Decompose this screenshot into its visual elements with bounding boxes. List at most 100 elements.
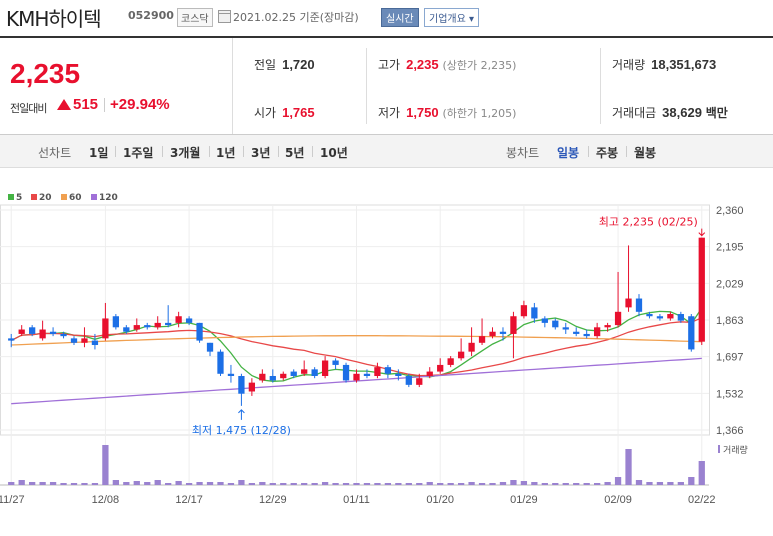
y-tick-label: 2,029 — [716, 278, 744, 290]
volume-bar — [175, 481, 182, 485]
candle-daily[interactable]: 일봉 — [557, 144, 579, 161]
volume-bar — [154, 480, 161, 485]
candle-body — [290, 371, 297, 376]
legend-swatch — [31, 194, 37, 200]
prev-close-value: 1,720 — [282, 57, 315, 72]
volume-bar — [520, 481, 528, 485]
volume-bar — [457, 483, 465, 485]
divider — [588, 146, 589, 157]
legend-label: 20 — [39, 193, 52, 203]
open-label: 시가 — [254, 106, 277, 120]
candle-body — [133, 325, 140, 330]
x-tick-label: 01/20 — [426, 494, 454, 506]
candle-body — [123, 327, 130, 332]
amount-label: 거래대금 — [612, 106, 657, 120]
calendar-icon — [218, 10, 231, 23]
candle-body — [60, 333, 67, 337]
x-tick-label: 01/29 — [510, 494, 538, 506]
volume-bar — [698, 461, 705, 485]
stock-header: KMH하이텍 052900 코스닥 2021.02.25 기준(장마감) 실시간… — [0, 0, 773, 34]
period-3m[interactable]: 3개월 — [170, 144, 200, 161]
period-1w[interactable]: 1주일 — [123, 144, 153, 161]
volume-bar — [384, 483, 392, 485]
volume-bar — [363, 483, 371, 485]
stock-code: 052900 — [128, 9, 174, 22]
volume-bar — [688, 477, 695, 485]
candle-body — [520, 305, 528, 317]
volume-bar — [342, 483, 350, 485]
period-5y[interactable]: 5년 — [285, 144, 304, 161]
volume-bar — [447, 483, 454, 485]
period-1d[interactable]: 1일 — [89, 144, 108, 161]
volume-bar — [238, 480, 245, 485]
lower-limit: (하한가 1,205) — [442, 107, 517, 120]
candle-body — [321, 360, 329, 376]
volume-bar — [112, 480, 119, 485]
volume-bar — [91, 483, 99, 485]
volume-bar — [437, 483, 444, 485]
low-value: 1,750 — [406, 105, 439, 120]
candle-body — [698, 237, 705, 342]
candle-weekly[interactable]: 주봉 — [596, 144, 618, 161]
volume-bar — [541, 483, 548, 485]
candle-body — [426, 371, 433, 376]
volume-bar — [614, 477, 622, 485]
candle-body — [395, 373, 402, 376]
candle-chart-title: 봉차트 — [506, 146, 540, 160]
quote-panel: 2,235 전일대비 515 +29.94% 전일 1,720 시가 1,765 고… — [0, 36, 773, 135]
chart-svg: 5 20 60 120 2,360 2,195 2,029 1,863 1,697 1,532 1,… — [0, 193, 748, 506]
candle-body — [499, 331, 507, 334]
quote-date: 2021.02.25 기준(장마감) — [233, 11, 359, 24]
volume-bar — [677, 482, 684, 485]
volume-bar — [217, 482, 224, 485]
candle-body — [227, 373, 235, 376]
candle-body — [91, 340, 99, 346]
volume-bar — [165, 483, 172, 485]
candle-body — [165, 322, 172, 326]
open-price: 시가 1,765 — [254, 104, 315, 121]
volume-bar — [259, 482, 266, 485]
candle-body — [18, 329, 25, 334]
volume-bar — [646, 482, 653, 485]
volume-bar — [499, 482, 507, 485]
volume-bar — [353, 483, 360, 485]
y-tick-label: 2,195 — [716, 242, 744, 254]
volume-bar — [123, 482, 130, 485]
current-price: 2,235 — [10, 58, 81, 89]
legend-label: 60 — [69, 193, 82, 203]
candle-body — [510, 316, 517, 334]
candle-body — [39, 329, 46, 339]
volume-bar — [667, 482, 674, 485]
volume-bar — [635, 480, 643, 485]
period-3y[interactable]: 3년 — [251, 144, 270, 161]
y-tick-label: 1,532 — [716, 388, 744, 400]
candle-body — [478, 336, 486, 343]
volume-bar — [405, 483, 412, 485]
volume-bar — [280, 483, 287, 485]
realtime-button[interactable]: 실시간 — [381, 8, 419, 27]
company-overview-button[interactable]: 기업개요 ▾ — [424, 8, 479, 27]
period-10y[interactable]: 10년 — [320, 144, 348, 161]
prev-close: 전일 1,720 — [254, 56, 315, 73]
volume-bar — [552, 483, 559, 485]
candle-body — [416, 378, 423, 385]
candle-body — [677, 314, 684, 321]
volume-bar — [395, 483, 402, 485]
x-tick-label: 02/22 — [688, 494, 716, 506]
candle-body — [562, 327, 569, 330]
volume-bar — [29, 482, 36, 485]
legend-label: 120 — [99, 193, 118, 203]
volume-bar — [604, 482, 611, 485]
period-1y[interactable]: 1년 — [216, 144, 235, 161]
candle-body — [384, 367, 392, 374]
candle-body — [635, 298, 643, 312]
amount-unit: 백만 — [705, 106, 728, 120]
candle-body — [269, 375, 276, 381]
x-tick-label: 12/29 — [259, 494, 287, 506]
candle-monthly[interactable]: 월봉 — [634, 144, 656, 161]
candle-body — [531, 307, 538, 319]
candle-body — [102, 318, 109, 339]
volume-bar — [102, 445, 109, 485]
candle-body — [238, 375, 245, 394]
candle-body — [667, 314, 674, 319]
